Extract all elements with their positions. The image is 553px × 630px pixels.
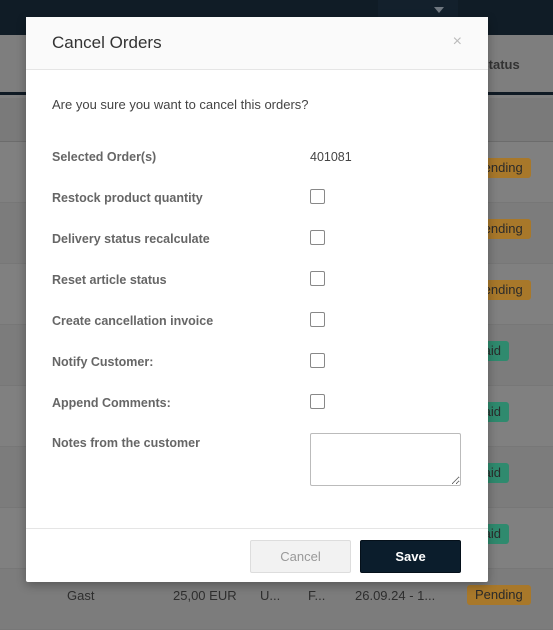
option-checkbox[interactable] <box>310 353 325 368</box>
notes-label: Notes from the customer <box>52 436 200 450</box>
selected-orders-label: Selected Order(s) <box>52 150 157 164</box>
dialog-title: Cancel Orders <box>52 33 162 52</box>
dialog-header: Cancel Orders × <box>26 17 488 70</box>
save-button[interactable]: Save <box>360 540 461 573</box>
option-checkbox[interactable] <box>310 189 325 204</box>
close-icon[interactable]: × <box>453 33 462 51</box>
option-row: Notify Customer: <box>52 353 462 375</box>
option-checkbox[interactable] <box>310 394 325 409</box>
option-row: Restock product quantity <box>52 189 462 211</box>
option-label: Notify Customer: <box>52 355 154 369</box>
option-row: Create cancellation invoice <box>52 312 462 334</box>
cancel-orders-dialog: Cancel Orders × Are you sure you want to… <box>26 17 488 582</box>
notes-textarea[interactable] <box>310 433 461 486</box>
option-label: Create cancellation invoice <box>52 314 214 328</box>
date-cell: 26.09.24 - 1... <box>355 588 436 603</box>
option-label: Restock product quantity <box>52 191 203 205</box>
table-cell: U... <box>260 588 281 603</box>
caret-down-icon[interactable] <box>434 7 444 13</box>
option-label: Reset article status <box>52 273 167 287</box>
option-checkbox[interactable] <box>310 312 325 327</box>
selected-orders-row: Selected Order(s) 401081 <box>52 150 462 170</box>
dialog-footer: Cancel Save <box>26 528 488 582</box>
option-checkbox[interactable] <box>310 271 325 286</box>
confirm-question: Are you sure you want to cancel this ord… <box>52 97 309 112</box>
option-label: Append Comments: <box>52 396 171 410</box>
option-checkbox[interactable] <box>310 230 325 245</box>
option-row: Delivery status recalculate <box>52 230 462 252</box>
customer-cell: Gast <box>67 588 95 603</box>
option-row: Reset article status <box>52 271 462 293</box>
cancel-button[interactable]: Cancel <box>250 540 351 573</box>
selected-orders-value: 401081 <box>310 150 352 164</box>
table-cell: F... <box>308 588 326 603</box>
amount-cell: 25,00 EUR <box>173 588 237 603</box>
option-label: Delivery status recalculate <box>52 232 210 246</box>
status-badge: Pending <box>467 585 531 605</box>
option-row: Append Comments: <box>52 394 462 416</box>
